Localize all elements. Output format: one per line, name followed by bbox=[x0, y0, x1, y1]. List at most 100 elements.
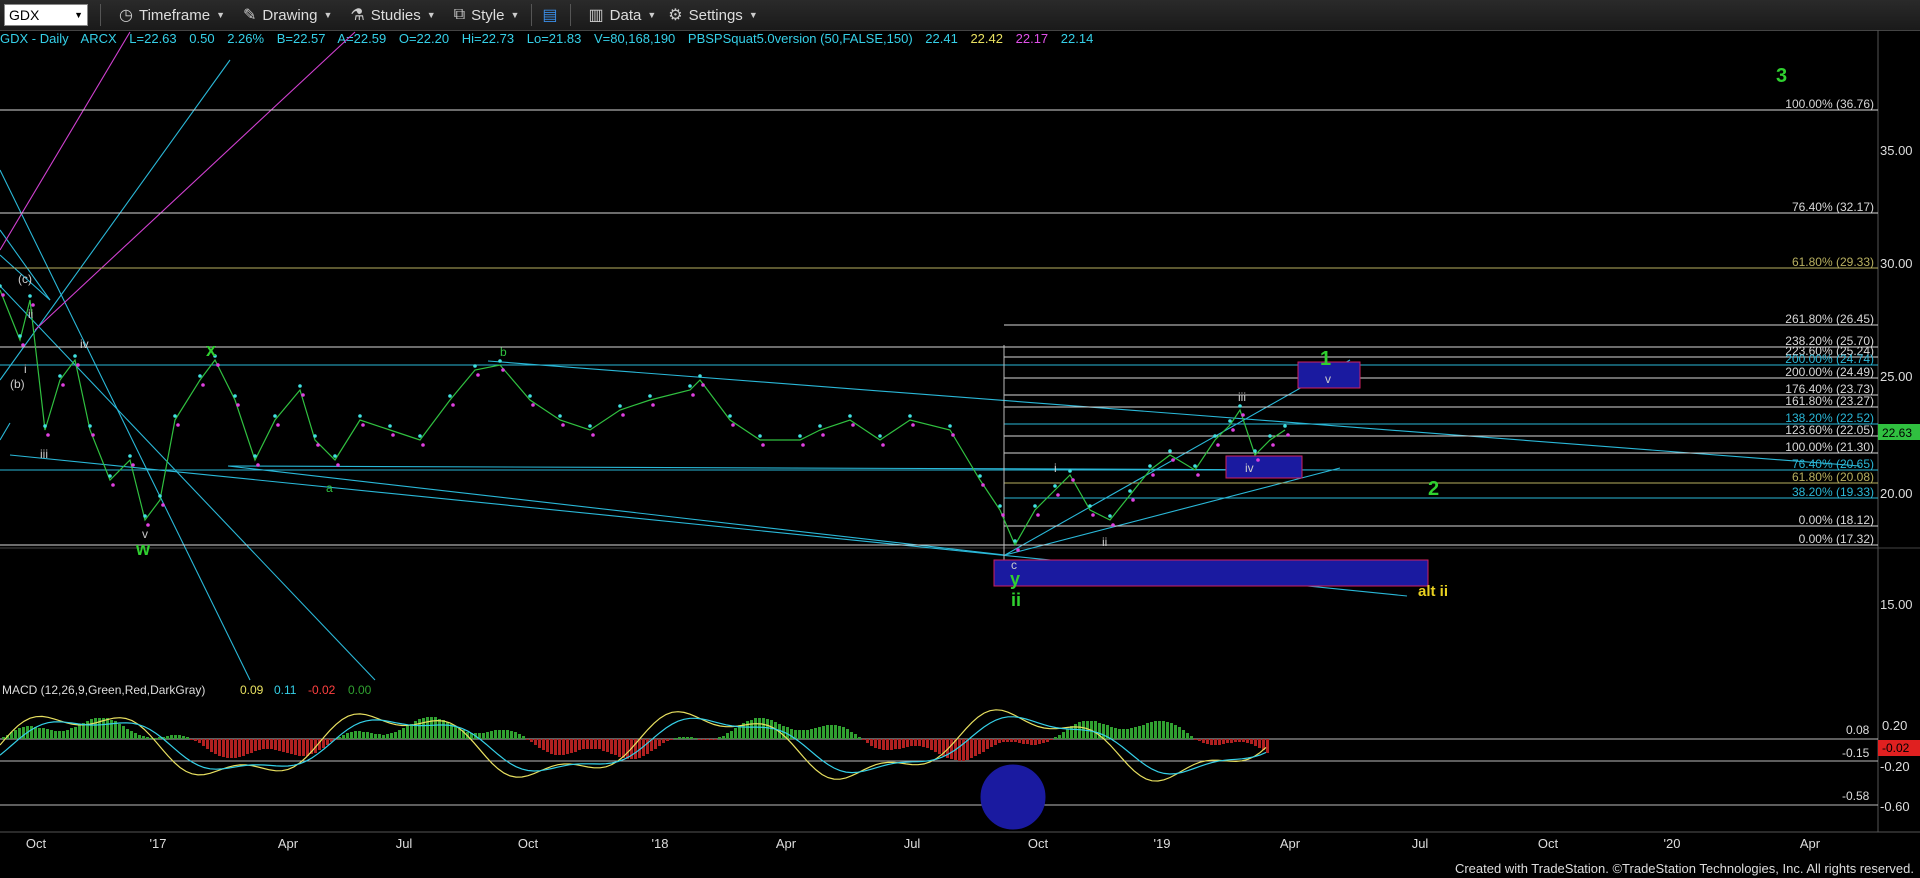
low-marker bbox=[761, 443, 765, 447]
macd-bar bbox=[446, 722, 449, 739]
macd-level-labels: 0.08 -0.15 -0.58 bbox=[1842, 723, 1870, 803]
macd-bar bbox=[1142, 725, 1145, 739]
macd-bar bbox=[38, 728, 41, 739]
macd-bar bbox=[1178, 727, 1181, 739]
macd-bar bbox=[750, 720, 753, 739]
macd-bar bbox=[342, 735, 345, 739]
macd-bar bbox=[730, 731, 733, 739]
macd-bar bbox=[198, 739, 201, 743]
wave-ii-label: ii bbox=[1011, 590, 1021, 610]
low-marker bbox=[801, 443, 805, 447]
high-marker bbox=[948, 424, 952, 428]
macd-bar bbox=[710, 739, 713, 740]
macd-bar bbox=[702, 739, 705, 740]
macd-bar bbox=[926, 739, 929, 748]
macd-bar bbox=[70, 728, 73, 739]
time-tick: Oct bbox=[1028, 836, 1049, 851]
macd-bar bbox=[370, 733, 373, 739]
macd-bar bbox=[770, 720, 773, 739]
high-marker bbox=[798, 434, 802, 438]
time-axis[interactable]: Oct '17 Apr Jul Oct '18 Apr Jul Oct '19 Apr Jul Oct '… bbox=[26, 836, 1821, 851]
high-marker bbox=[448, 394, 452, 398]
macd-bar bbox=[558, 739, 561, 755]
macd-bar bbox=[458, 729, 461, 739]
macd-tick: 0.20 bbox=[1882, 718, 1907, 733]
macd-bar bbox=[534, 739, 537, 745]
low-marker bbox=[1196, 473, 1200, 477]
high-marker bbox=[1053, 484, 1057, 488]
macd-bar bbox=[606, 739, 609, 752]
low-marker bbox=[61, 383, 65, 387]
macd-bar bbox=[410, 724, 413, 739]
macd-bar bbox=[510, 731, 513, 739]
price-tick: 30.00 bbox=[1880, 256, 1913, 271]
macd-bar bbox=[258, 739, 261, 750]
low-marker bbox=[1071, 478, 1075, 482]
macd-bar bbox=[94, 718, 97, 739]
macd-bar bbox=[426, 717, 429, 739]
macd-bar bbox=[402, 728, 405, 739]
macd-bar bbox=[1026, 739, 1029, 744]
low-marker bbox=[1216, 443, 1220, 447]
low-marker bbox=[1036, 513, 1040, 517]
macd-bar bbox=[886, 739, 889, 750]
fib-label: 0.00% (17.32) bbox=[1799, 532, 1874, 546]
low-marker bbox=[1111, 523, 1115, 527]
macd-bar bbox=[118, 724, 121, 739]
macd-bar bbox=[1162, 721, 1165, 739]
macd-bar bbox=[390, 733, 393, 739]
macd-bar bbox=[726, 733, 729, 739]
macd-bar bbox=[706, 739, 709, 740]
macd-bar bbox=[302, 739, 305, 756]
low-marker bbox=[1016, 548, 1020, 552]
macd-bar bbox=[2, 737, 5, 739]
macd-bar bbox=[374, 734, 377, 739]
price-chart[interactable]: 100.00% (36.76) 76.40% (32.17) 61.80% (29.… bbox=[0, 0, 1920, 878]
magenta-trend-lines bbox=[0, 31, 356, 331]
time-tick: Jul bbox=[1412, 836, 1429, 851]
last-price-tag: 22.63 bbox=[1882, 426, 1912, 440]
high-marker bbox=[358, 414, 362, 418]
macd-bar bbox=[14, 730, 17, 739]
macd-bar bbox=[718, 737, 721, 739]
macd-bar bbox=[878, 739, 881, 749]
high-marker bbox=[1148, 464, 1152, 468]
wave-iv-box bbox=[1225, 455, 1303, 479]
macd-bar bbox=[1250, 739, 1253, 744]
macd-bar bbox=[206, 739, 209, 749]
small-iv-label: iv bbox=[80, 337, 89, 351]
low-marker bbox=[851, 423, 855, 427]
low-marker bbox=[1, 293, 5, 297]
macd-bar bbox=[646, 739, 649, 754]
macd-bar bbox=[1226, 739, 1229, 743]
macd-bar bbox=[754, 718, 757, 739]
macd-bar bbox=[190, 739, 193, 740]
high-marker bbox=[688, 384, 692, 388]
macd-axis[interactable]: 0.20 -0.20 -0.60 bbox=[1880, 718, 1910, 814]
macd-bar bbox=[298, 739, 301, 756]
macd-bar bbox=[250, 739, 253, 753]
macd-bar bbox=[810, 729, 813, 739]
macd-bar bbox=[1174, 725, 1177, 739]
low-marker bbox=[1001, 513, 1005, 517]
low-marker bbox=[1171, 458, 1175, 462]
macd-bar bbox=[910, 739, 913, 746]
wave-b-label: b bbox=[500, 345, 507, 359]
macd-bar bbox=[106, 718, 109, 739]
high-marker bbox=[528, 394, 532, 398]
wave-3-label: 3 bbox=[1776, 65, 1787, 87]
low-marker bbox=[531, 403, 535, 407]
fib-label: 261.80% (26.45) bbox=[1785, 312, 1874, 326]
price-axis[interactable]: 35.00 30.00 25.00 20.00 15.00 bbox=[1880, 143, 1913, 612]
macd-bar bbox=[746, 721, 749, 739]
macd-bar bbox=[502, 730, 505, 739]
macd-bar bbox=[814, 728, 817, 739]
macd-bar bbox=[178, 735, 181, 739]
fib-label: 76.40% (20.65) bbox=[1792, 457, 1874, 471]
macd-bar bbox=[722, 736, 725, 739]
fib-label: 38.20% (19.33) bbox=[1792, 485, 1874, 499]
high-marker bbox=[1253, 449, 1257, 453]
macd-bar bbox=[922, 739, 925, 747]
macd-bar bbox=[1158, 721, 1161, 739]
macd-bar bbox=[246, 739, 249, 754]
